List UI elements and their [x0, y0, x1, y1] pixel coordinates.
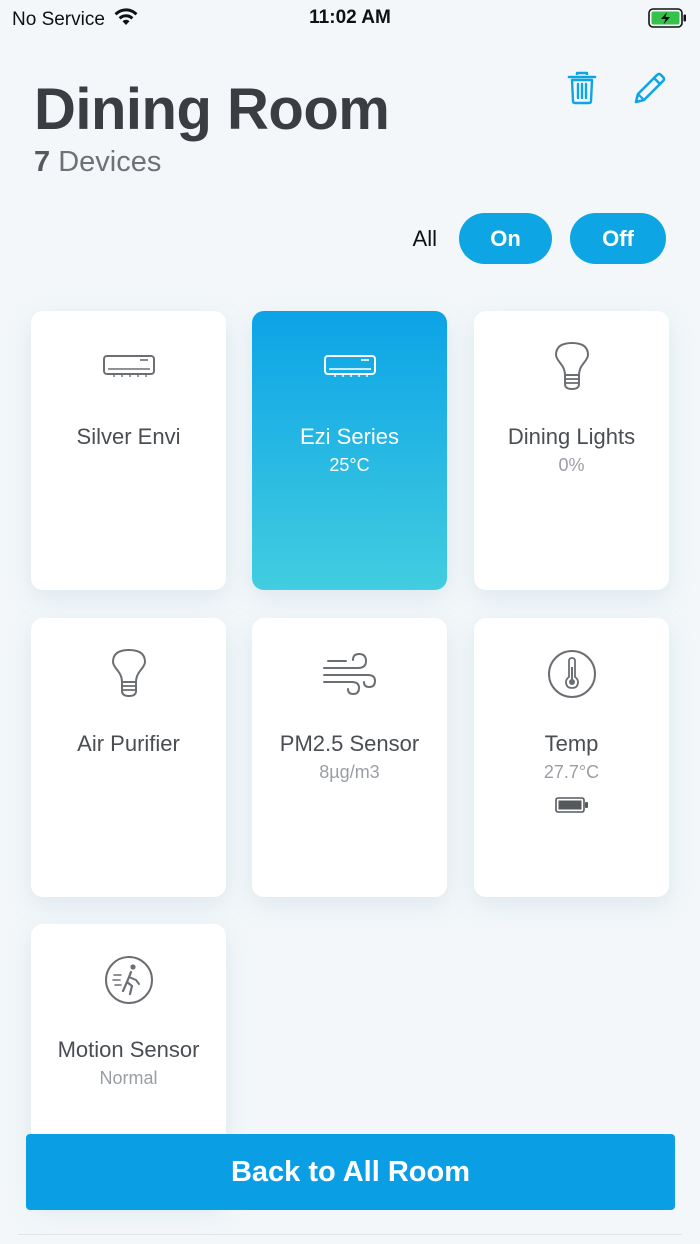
- device-tile-silver-envi[interactable]: Silver Envi: [31, 311, 226, 590]
- device-count-label: Devices: [58, 146, 162, 178]
- motion-sensor-icon: [31, 952, 226, 1008]
- device-count-number: 7: [34, 146, 51, 178]
- trash-icon: [567, 71, 597, 110]
- device-value: 8µg/m3: [319, 762, 380, 782]
- light-bulb-icon: [474, 339, 669, 395]
- bottom-divider: [18, 1234, 682, 1235]
- light-bulb-icon: [31, 646, 226, 702]
- status-left: No Service: [12, 7, 139, 33]
- device-name: Ezi Series: [299, 424, 400, 449]
- all-on-button[interactable]: On: [459, 213, 552, 264]
- air-conditioner-icon: [31, 339, 226, 395]
- device-tile-ezi-series[interactable]: Ezi Series 25°C: [252, 311, 447, 590]
- device-tile-pm25-sensor[interactable]: PM2.5 Sensor 8µg/m3: [252, 618, 447, 897]
- wind-icon: [252, 646, 447, 702]
- power-filter: All On Off: [413, 213, 666, 264]
- back-to-all-rooms-button[interactable]: Back to All Room: [26, 1134, 675, 1210]
- device-name: PM2.5 Sensor: [279, 731, 420, 756]
- air-conditioner-icon: [252, 339, 447, 395]
- battery-charging-icon: [648, 8, 688, 33]
- thermometer-icon: [474, 646, 669, 702]
- device-tile-temp[interactable]: Temp 27.7°C: [474, 618, 669, 897]
- status-bar: 11:02 AM No Service: [0, 0, 700, 36]
- all-off-button[interactable]: Off: [570, 213, 666, 264]
- edit-room-button[interactable]: [630, 70, 670, 110]
- device-name: Motion Sensor: [57, 1037, 200, 1062]
- device-value: 27.7°C: [543, 762, 600, 782]
- pencil-icon: [632, 70, 668, 111]
- filter-all-label: All: [412, 225, 437, 251]
- device-name: Dining Lights: [507, 424, 636, 449]
- device-count: 7 Devices: [34, 146, 161, 179]
- delete-room-button[interactable]: [562, 70, 602, 110]
- device-value: Normal: [99, 1068, 158, 1088]
- header-actions: [562, 70, 670, 110]
- battery-icon: [474, 796, 669, 814]
- carrier-label: No Service: [12, 9, 105, 30]
- device-name: Silver Envi: [76, 424, 181, 449]
- device-value: 25°C: [329, 455, 370, 475]
- page-title: Dining Room: [34, 77, 390, 142]
- device-tile-dining-lights[interactable]: Dining Lights 0%: [474, 311, 669, 590]
- device-tile-air-purifier[interactable]: Air Purifier: [31, 618, 226, 897]
- device-name: Temp: [544, 731, 599, 756]
- device-value: 0%: [558, 455, 585, 475]
- device-name: Air Purifier: [77, 731, 180, 756]
- wifi-icon: [113, 7, 139, 33]
